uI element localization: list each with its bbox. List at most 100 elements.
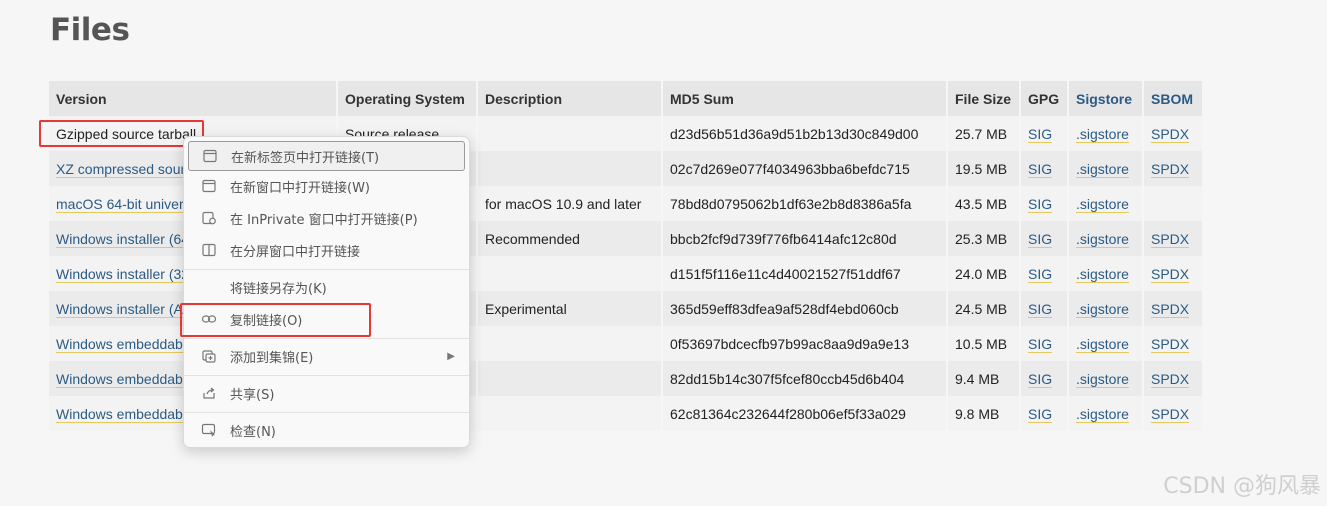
cell-version-link[interactable]: XZ compressed sourc (56, 160, 193, 178)
cell-sbom-link[interactable]: SPDX (1151, 300, 1190, 318)
cell-sigstore: .sigstore (1068, 256, 1144, 291)
cell-md5-text: d151f5f116e11c4d40021527f51ddf67 (670, 265, 901, 282)
menu-item-add-to-collections[interactable]: 添加到集锦(E) ▶ (188, 341, 465, 371)
cell-file-size: 19.5 MB (947, 151, 1021, 186)
cell-version-link[interactable]: Windows embeddab (56, 335, 183, 353)
cell-md5-text: d23d56b51d36a9d51b2b13d30c849d00 (670, 125, 919, 142)
cell-sbom-link[interactable]: SPDX (1151, 335, 1190, 353)
cell-md5: d23d56b51d36a9d51b2b13d30c849d00 (662, 116, 948, 151)
cell-gpg: SIG (1020, 256, 1069, 291)
menu-divider (184, 338, 469, 339)
cell-sigstore-link[interactable]: .sigstore (1076, 300, 1129, 318)
cell-sigstore-link[interactable]: .sigstore (1076, 335, 1129, 353)
cell-version-link[interactable]: Windows installer (64 (56, 230, 190, 248)
inprivate-icon (200, 209, 218, 227)
cell-sigstore-link[interactable]: .sigstore (1076, 265, 1129, 283)
cell-version-link[interactable]: Windows embeddab (56, 405, 183, 423)
cell-sbom: SPDX (1143, 361, 1204, 396)
cell-sigstore: .sigstore (1068, 396, 1144, 431)
cell-gpg: SIG (1020, 326, 1069, 361)
cell-version-link[interactable]: Windows installer (32 (56, 265, 190, 283)
menu-item-label: 在分屏窗口中打开链接 (230, 244, 361, 260)
cell-sigstore-link[interactable]: .sigstore (1076, 195, 1129, 213)
cell-md5: 02c7d269e077f4034963bba6befdc715 (662, 151, 948, 186)
cell-file-size-text: 9.8 MB (955, 405, 1000, 422)
header-sbom-link[interactable]: SBOM (1143, 81, 1204, 116)
menu-divider (184, 412, 469, 413)
page-title: Files (50, 12, 130, 48)
cell-md5-text: bbcb2fcf9d739f776fb6414afc12c80d (670, 230, 897, 247)
cell-sbom: SPDX (1143, 256, 1204, 291)
cell-version-text[interactable]: Gzipped source tarball (56, 126, 196, 142)
cell-description-text: for macOS 10.9 and later (485, 195, 642, 212)
cell-gpg-link[interactable]: SIG (1028, 370, 1053, 388)
menu-item-open-new-tab[interactable]: 在新标签页中打开链接(T) (188, 141, 465, 171)
link-icon (200, 310, 218, 328)
cell-description (477, 256, 663, 291)
menu-divider (184, 375, 469, 376)
header-description: Description (477, 81, 663, 116)
table-header-row: Version Operating System Description MD5… (49, 81, 1204, 116)
cell-sigstore-link[interactable]: .sigstore (1076, 370, 1129, 388)
menu-item-copy-link[interactable]: 复制链接(O) (188, 304, 465, 334)
cell-sbom: SPDX (1143, 151, 1204, 186)
menu-item-inspect[interactable]: 检查(N) (188, 415, 465, 445)
cell-sbom-link[interactable]: SPDX (1151, 160, 1190, 178)
cell-sbom: SPDX (1143, 291, 1204, 326)
cell-file-size: 24.0 MB (947, 256, 1021, 291)
new-window-icon (200, 177, 218, 195)
cell-gpg: SIG (1020, 151, 1069, 186)
cell-gpg-link[interactable]: SIG (1028, 160, 1053, 178)
cell-gpg-link[interactable]: SIG (1028, 335, 1053, 353)
cell-gpg-link[interactable]: SIG (1028, 405, 1053, 423)
cell-sigstore-link[interactable]: .sigstore (1076, 230, 1129, 248)
cell-version-link[interactable]: Windows installer (A (56, 300, 183, 318)
header-sigstore-link[interactable]: Sigstore (1068, 81, 1144, 116)
cell-file-size: 24.5 MB (947, 291, 1021, 326)
cell-sbom-link[interactable]: SPDX (1151, 230, 1190, 248)
cell-file-size-text: 43.5 MB (955, 195, 1008, 212)
cell-file-size-text: 25.7 MB (955, 125, 1008, 142)
cell-sigstore-link[interactable]: .sigstore (1076, 405, 1129, 423)
cell-file-size: 9.8 MB (947, 396, 1021, 431)
cell-sigstore: .sigstore (1068, 116, 1144, 151)
menu-item-save-link-as[interactable]: 将链接另存为(K) (188, 272, 465, 302)
menu-item-open-new-window[interactable]: 在新窗口中打开链接(W) (188, 171, 465, 201)
cell-file-size: 25.3 MB (947, 221, 1021, 256)
cell-sbom-link[interactable]: SPDX (1151, 370, 1190, 388)
blank-icon (200, 278, 218, 296)
cell-sbom: SPDX (1143, 326, 1204, 361)
cell-sbom-link[interactable]: SPDX (1151, 265, 1190, 283)
header-os: Operating System (337, 81, 478, 116)
cell-sigstore-link[interactable]: .sigstore (1076, 125, 1129, 143)
cell-gpg-link[interactable]: SIG (1028, 230, 1053, 248)
cell-gpg: SIG (1020, 221, 1069, 256)
cell-gpg: SIG (1020, 116, 1069, 151)
cell-gpg-link[interactable]: SIG (1028, 300, 1053, 318)
cell-gpg-link[interactable]: SIG (1028, 265, 1053, 283)
cell-sigstore: .sigstore (1068, 326, 1144, 361)
menu-item-open-inprivate[interactable]: 在 InPrivate 窗口中打开链接(P) (188, 203, 465, 233)
cell-gpg-link[interactable]: SIG (1028, 195, 1053, 213)
cell-description (477, 116, 663, 151)
cell-md5-text: 365d59eff83dfea9af528df4ebd060cb (670, 300, 899, 317)
menu-item-share[interactable]: 共享(S) (188, 378, 465, 408)
menu-item-open-split-screen[interactable]: 在分屏窗口中打开链接 (188, 235, 465, 265)
cell-sbom: SPDX (1143, 396, 1204, 431)
cell-md5: 365d59eff83dfea9af528df4ebd060cb (662, 291, 948, 326)
cell-sbom-link[interactable]: SPDX (1151, 405, 1190, 423)
cell-version-link[interactable]: macOS 64-bit univer (56, 195, 184, 213)
cell-sbom: SPDX (1143, 221, 1204, 256)
new-tab-icon (201, 147, 219, 165)
menu-item-label: 将链接另存为(K) (230, 281, 327, 297)
cell-gpg-link[interactable]: SIG (1028, 125, 1053, 143)
cell-sbom-link[interactable]: SPDX (1151, 125, 1190, 143)
header-gpg: GPG (1020, 81, 1069, 116)
cell-version-link[interactable]: Windows embeddab (56, 370, 183, 388)
cell-sigstore-link[interactable]: .sigstore (1076, 160, 1129, 178)
cell-file-size-text: 19.5 MB (955, 160, 1008, 177)
cell-sbom (1143, 186, 1204, 221)
cell-file-size-text: 10.5 MB (955, 335, 1008, 352)
header-file-size: File Size (947, 81, 1021, 116)
cell-md5: 82dd15b14c307f5fcef80ccb45d6b404 (662, 361, 948, 396)
